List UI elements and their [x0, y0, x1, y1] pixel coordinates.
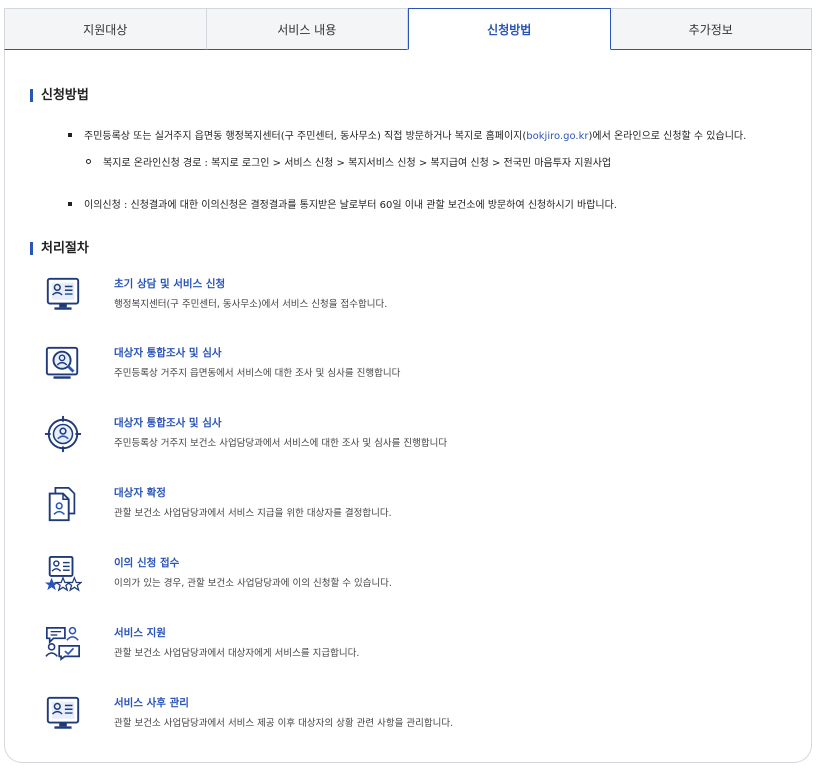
application-item-text: 주민등록상 또는 실거주지 읍면동 행정복지센터(구 주민센터, 동사무소) 직…: [84, 127, 746, 142]
document-person-icon: [48, 486, 76, 522]
application-item-text-post: )에서 온라인으로 신청할 수 있습니다.: [588, 131, 747, 142]
step-title: 대상자 통합조사 및 심사: [114, 347, 222, 359]
process-heading: 처리절차: [30, 242, 89, 255]
people-chat-icon: [45, 626, 81, 661]
step-description: 관할 보건소 사업담당과에서 서비스 지급을 위한 대상자를 결정합니다.: [114, 508, 392, 519]
application-item-visit-or-online: 주민등록상 또는 실거주지 읍면동 행정복지센터(구 주민센터, 동사무소) 직…: [68, 127, 746, 142]
process-step: 대상자 확정 관할 보건소 사업담당과에서 서비스 지급을 위한 대상자를 결정…: [44, 485, 784, 529]
process-step: 대상자 통합조사 및 심사 주민등록상 거주지 보건소 사업담당과에서 서비스에…: [44, 415, 784, 459]
step-description: 관할 보건소 사업담당과에서 서비스 제공 이후 대상자의 상황 관련 사항을 …: [114, 718, 454, 729]
bokjiro-link[interactable]: bokjiro.go.kr: [526, 131, 588, 142]
step-title: 대상자 통합조사 및 심사: [114, 417, 222, 429]
process-step: 초기 상담 및 서비스 신청 행정복지센터(구 주민센터, 동사무소)에서 서비…: [44, 276, 784, 320]
step-description: 주민등록상 거주지 읍면동에서 서비스에 대한 조사 및 심사를 진행합니다: [114, 368, 401, 379]
online-application-path-text: 복지로 온라인신청 경로 : 복지로 로그인 > 서비스 신청 > 복지서비스 …: [103, 158, 612, 169]
online-application-path: 복지로 온라인신청 경로 : 복지로 로그인 > 서비스 신청 > 복지서비스 …: [86, 154, 611, 169]
step-title: 서비스 지원: [114, 627, 166, 639]
square-bullet-icon: [68, 201, 72, 206]
tab-eligibility[interactable]: 지원대상: [4, 8, 207, 50]
tab-service-content[interactable]: 서비스 내용: [206, 8, 408, 50]
step-description: 주민등록상 거주지 보건소 사업담당과에서 서비스에 대한 조사 및 심사를 진…: [114, 438, 448, 449]
application-item-text-pre: 주민등록상 또는 실거주지 읍면동 행정복지센터(구 주민센터, 동사무소) 직…: [84, 131, 527, 142]
square-bullet-icon: [68, 132, 72, 137]
application-method-heading: 신청방법: [30, 89, 89, 102]
step-title: 대상자 확정: [114, 487, 166, 499]
step-description: 행정복지센터(구 주민센터, 동사무소)에서 서비스 신청을 접수합니다.: [114, 299, 388, 310]
objection-item-text: 이의신청 : 신청결과에 대한 이의신청은 결정결과를 통지받은 날로부터 60…: [84, 200, 617, 211]
step-title: 이의 신청 접수: [114, 557, 180, 569]
profile-stars-icon: [44, 555, 82, 592]
step-title: 초기 상담 및 서비스 신청: [114, 278, 226, 290]
monitor-profile-icon: [46, 277, 80, 310]
target-person-icon: [44, 415, 82, 453]
process-step: 서비스 사후 관리 관할 보건소 사업담당과에서 서비스 제공 이후 대상자의 …: [44, 695, 784, 739]
circle-bullet-icon: [86, 159, 91, 164]
tab-application-method[interactable]: 신청방법: [408, 8, 611, 50]
step-description: 이의가 있는 경우, 관할 보건소 사업담당과에 이의 신청할 수 있습니다.: [114, 578, 392, 589]
tab-bar: 지원대상 서비스 내용 신청방법 추가정보: [4, 8, 812, 50]
objection-item: 이의신청 : 신청결과에 대한 이의신청은 결정결과를 통지받은 날로부터 60…: [68, 196, 617, 211]
process-step: 서비스 지원 관할 보건소 사업담당과에서 대상자에게 서비스를 지급합니다.: [44, 625, 784, 669]
step-title: 서비스 사후 관리: [114, 697, 189, 709]
magnifier-person-icon: [45, 346, 79, 379]
process-step: 이의 신청 접수 이의가 있는 경우, 관할 보건소 사업담당과에 이의 신청할…: [44, 555, 784, 599]
step-description: 관할 보건소 사업담당과에서 대상자에게 서비스를 지급합니다.: [114, 648, 360, 659]
process-step: 대상자 통합조사 및 심사 주민등록상 거주지 읍면동에서 서비스에 대한 조사…: [44, 345, 784, 389]
monitor-profile-icon: [46, 696, 80, 729]
tab-additional-info[interactable]: 추가정보: [610, 8, 812, 50]
